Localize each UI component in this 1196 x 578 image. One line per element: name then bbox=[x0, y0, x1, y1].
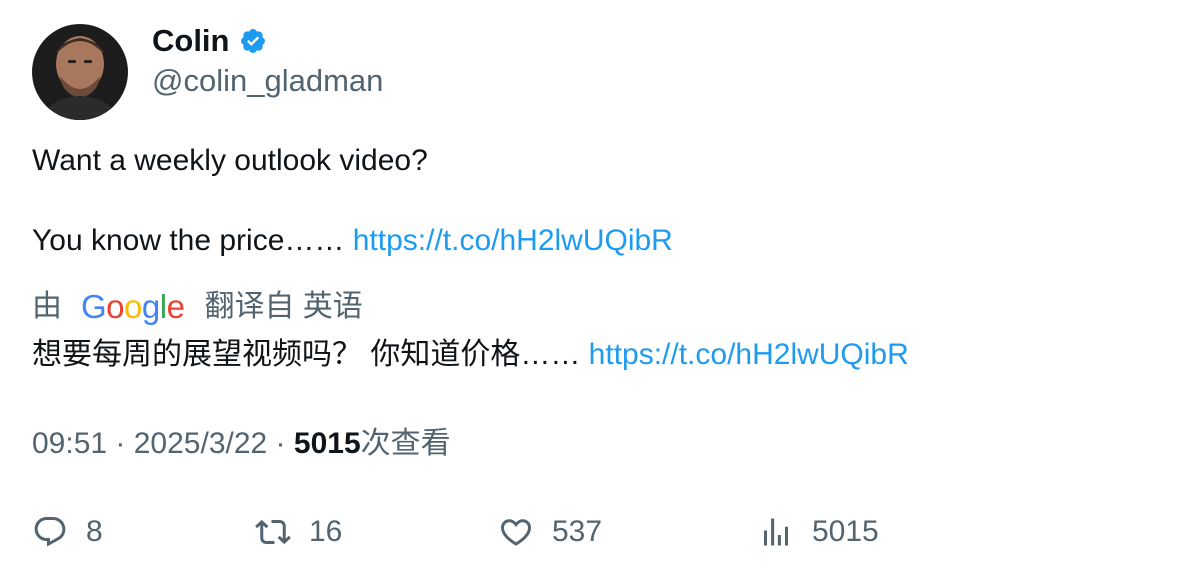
views-button[interactable]: 5015 bbox=[758, 510, 879, 554]
avatar-image bbox=[32, 24, 128, 120]
retweet-icon bbox=[255, 519, 291, 545]
analytics-icon bbox=[764, 518, 788, 546]
meta-separator-2: · bbox=[267, 427, 294, 460]
tweet-meta: 09:51 · 2025/3/22 · 5015次查看 bbox=[32, 424, 451, 464]
translation-suffix: 翻译自 英语 bbox=[204, 290, 363, 323]
translation-attribution: 由 Google 翻译自 英语 bbox=[32, 286, 363, 328]
author-handle[interactable]: @colin_gladman bbox=[152, 62, 383, 100]
like-button[interactable]: 537 bbox=[498, 510, 602, 554]
reply-button[interactable]: 8 bbox=[32, 510, 103, 554]
like-count: 537 bbox=[552, 515, 603, 548]
reply-count: 8 bbox=[86, 515, 103, 548]
translated-link[interactable]: https://t.co/hH2lwUQibR bbox=[589, 338, 909, 371]
heart-icon bbox=[500, 519, 532, 546]
meta-separator-1: · bbox=[107, 427, 134, 460]
author-name[interactable]: Colin bbox=[152, 22, 230, 60]
tweet-line-2-text: You know the price…… bbox=[32, 224, 353, 257]
views-label: 次查看 bbox=[360, 427, 451, 460]
google-logo: Google bbox=[81, 288, 185, 325]
reply-icon bbox=[34, 517, 66, 547]
views-count: 5015 bbox=[293, 427, 361, 460]
author-name-row[interactable]: Colin bbox=[152, 22, 267, 60]
views-action-count: 5015 bbox=[812, 515, 879, 548]
retweet-count: 16 bbox=[309, 515, 343, 548]
retweet-button[interactable]: 16 bbox=[255, 510, 342, 554]
translated-text-body: 想要每周的展望视频吗？ 你知道价格…… bbox=[32, 338, 589, 371]
tweet-link[interactable]: https://t.co/hH2lwUQibR bbox=[353, 224, 673, 257]
translation-prefix: 由 bbox=[32, 290, 62, 323]
tweet-line-2: You know the price…… https://t.co/hH2lwU… bbox=[32, 222, 673, 260]
translated-text: 想要每周的展望视频吗？ 你知道价格…… https://t.co/hH2lwUQ… bbox=[32, 336, 909, 374]
avatar[interactable] bbox=[32, 24, 128, 120]
tweet-line-1: Want a weekly outlook video? bbox=[32, 144, 428, 177]
tweet-date[interactable]: 2025/3/22 bbox=[134, 427, 267, 460]
verified-badge-icon bbox=[239, 27, 267, 55]
tweet-time[interactable]: 09:51 bbox=[32, 427, 107, 460]
